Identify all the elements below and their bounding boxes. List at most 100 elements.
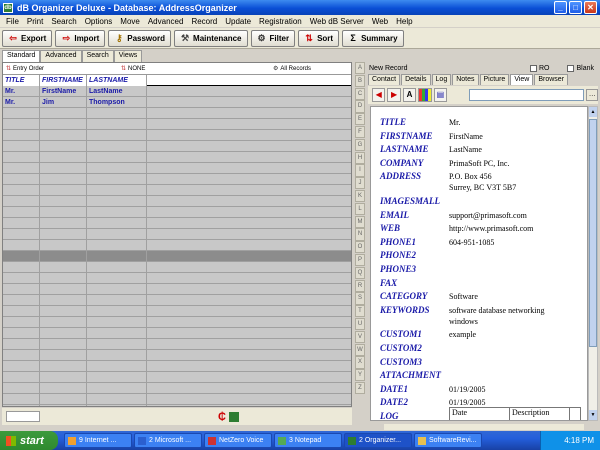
empty-table-row[interactable] [3, 339, 351, 350]
column-header-lastname[interactable]: LASTNAME [87, 75, 147, 86]
empty-table-row[interactable] [3, 229, 351, 240]
alphabet-index-letter[interactable]: I [355, 164, 365, 177]
tab-contact[interactable]: Contact [368, 74, 401, 85]
alphabet-index-letter[interactable]: P [355, 253, 365, 267]
empty-table-row[interactable] [3, 152, 351, 163]
empty-table-row[interactable] [3, 295, 351, 306]
tab-picture[interactable]: Picture [479, 74, 510, 85]
empty-table-row[interactable] [3, 306, 351, 317]
alphabet-index-letter[interactable]: C [355, 87, 365, 100]
maintenance-button[interactable]: ⚒ Maintenance [174, 29, 248, 47]
empty-table-row[interactable] [3, 141, 351, 152]
taskbar-item[interactable]: 9 Internet ... [64, 433, 132, 448]
scroll-down-icon[interactable]: ▼ [589, 410, 597, 420]
empty-table-row[interactable] [3, 328, 351, 339]
menu-record[interactable]: Record [187, 17, 221, 26]
menu-file[interactable]: File [2, 17, 23, 26]
empty-table-row[interactable] [3, 383, 351, 394]
alphabet-index-letter[interactable]: Y [355, 369, 365, 382]
alphabet-index-letter[interactable]: J [355, 177, 365, 190]
alphabet-index-letter[interactable]: R [355, 279, 365, 292]
empty-table-row[interactable] [3, 350, 351, 361]
empty-table-row[interactable] [3, 262, 351, 273]
empty-table-row[interactable] [3, 361, 351, 372]
menu-options[interactable]: Options [81, 17, 117, 26]
menu-move[interactable]: Move [116, 17, 144, 26]
taskbar-item[interactable]: NetZero Voice [204, 433, 272, 448]
empty-table-row[interactable] [3, 163, 351, 174]
menu-update[interactable]: Update [221, 17, 255, 26]
scroll-up-icon[interactable]: ▲ [589, 107, 597, 117]
alphabet-index-letter[interactable]: H [355, 151, 365, 164]
export-button[interactable]: ⇦ Export [2, 29, 53, 47]
menu-search[interactable]: Search [47, 17, 80, 26]
tab-details[interactable]: Details [401, 74, 431, 85]
tab-browser[interactable]: Browser [534, 74, 569, 85]
minimize-button[interactable]: _ [554, 1, 567, 14]
empty-table-row[interactable] [3, 207, 351, 218]
forward-arrow-icon[interactable]: ▶ [387, 88, 401, 102]
alphabet-index-letter[interactable]: Q [355, 266, 365, 280]
empty-table-row[interactable] [3, 273, 351, 284]
empty-table-row[interactable] [3, 196, 351, 207]
alphabet-index-letter[interactable]: B [355, 74, 365, 88]
taskbar-item[interactable]: SoftwareRevi... [414, 433, 482, 448]
empty-table-row[interactable] [3, 251, 351, 262]
tab-advanced[interactable]: Advanced [40, 50, 82, 62]
empty-table-row[interactable] [3, 130, 351, 141]
empty-table-row[interactable] [3, 372, 351, 383]
empty-table-row[interactable] [3, 185, 351, 196]
database-icon[interactable] [228, 411, 239, 422]
tab-standard[interactable]: Standard [2, 50, 41, 62]
color-palette-icon[interactable] [418, 88, 432, 102]
scroll-thumb[interactable] [589, 119, 597, 347]
tab-search[interactable]: Search [81, 50, 114, 62]
menu-help[interactable]: Help [392, 17, 416, 26]
menu-web[interactable]: Web [368, 17, 392, 26]
tab-view[interactable]: View [510, 74, 534, 85]
tab-notes[interactable]: Notes [452, 74, 479, 85]
empty-table-row[interactable] [3, 317, 351, 328]
filter-button[interactable]: ⚙ Filter [250, 29, 296, 47]
empty-table-row[interactable] [3, 394, 351, 405]
menu-advanced[interactable]: Advanced [144, 17, 188, 26]
taskbar-item[interactable]: 2 Organizer... [344, 433, 412, 448]
empty-table-row[interactable] [3, 174, 351, 185]
alphabet-index-letter[interactable]: N [355, 228, 365, 241]
alphabet-index-letter[interactable]: V [355, 330, 365, 344]
alphabet-index-letter[interactable]: L [355, 202, 365, 216]
blank-checkbox[interactable] [567, 64, 575, 72]
alphabet-index-letter[interactable]: O [355, 241, 365, 254]
column-header-title[interactable]: TITLE [3, 75, 40, 86]
alphabet-index-letter[interactable]: T [355, 305, 365, 318]
detail-scrollbar[interactable]: ▲ ▼ [588, 106, 598, 421]
alphabet-index-letter[interactable]: S [355, 292, 365, 305]
taskbar-item[interactable]: 3 Notepad [274, 433, 342, 448]
password-button[interactable]: ⚷ Password [108, 29, 172, 47]
import-button[interactable]: ⇨ Import [55, 29, 106, 47]
menu-print[interactable]: Print [23, 17, 47, 26]
alphabet-index-letter[interactable]: Z [355, 381, 365, 395]
menu-web-db-server[interactable]: Web dB Server [306, 17, 368, 26]
alphabet-index-letter[interactable]: W [355, 343, 365, 356]
alphabet-index-letter[interactable]: K [355, 189, 365, 203]
tab-views[interactable]: Views [113, 50, 143, 62]
read-only-checkbox[interactable] [529, 64, 537, 72]
alphabet-index-letter[interactable]: A [355, 62, 365, 75]
record-position-field[interactable] [6, 411, 40, 422]
alphabet-index-letter[interactable]: D [355, 100, 365, 113]
empty-table-row[interactable] [3, 218, 351, 229]
view-url-input[interactable] [469, 89, 585, 101]
alphabet-index-letter[interactable]: E [355, 113, 365, 126]
tab-log[interactable]: Log [431, 74, 452, 85]
maximize-button[interactable]: □ [569, 1, 582, 14]
close-button[interactable]: ✕ [584, 1, 597, 14]
browse-button[interactable]: … [586, 89, 598, 101]
empty-table-row[interactable] [3, 405, 351, 406]
font-size-icon[interactable]: A [402, 88, 417, 102]
taskbar-item[interactable]: 2 Microsoft ... [134, 433, 202, 448]
layout-icon[interactable]: ▤ [433, 88, 448, 102]
empty-table-row[interactable] [3, 108, 351, 119]
back-arrow-icon[interactable]: ◀ [372, 88, 386, 102]
column-header-firstname[interactable]: FIRSTNAME [40, 75, 87, 86]
